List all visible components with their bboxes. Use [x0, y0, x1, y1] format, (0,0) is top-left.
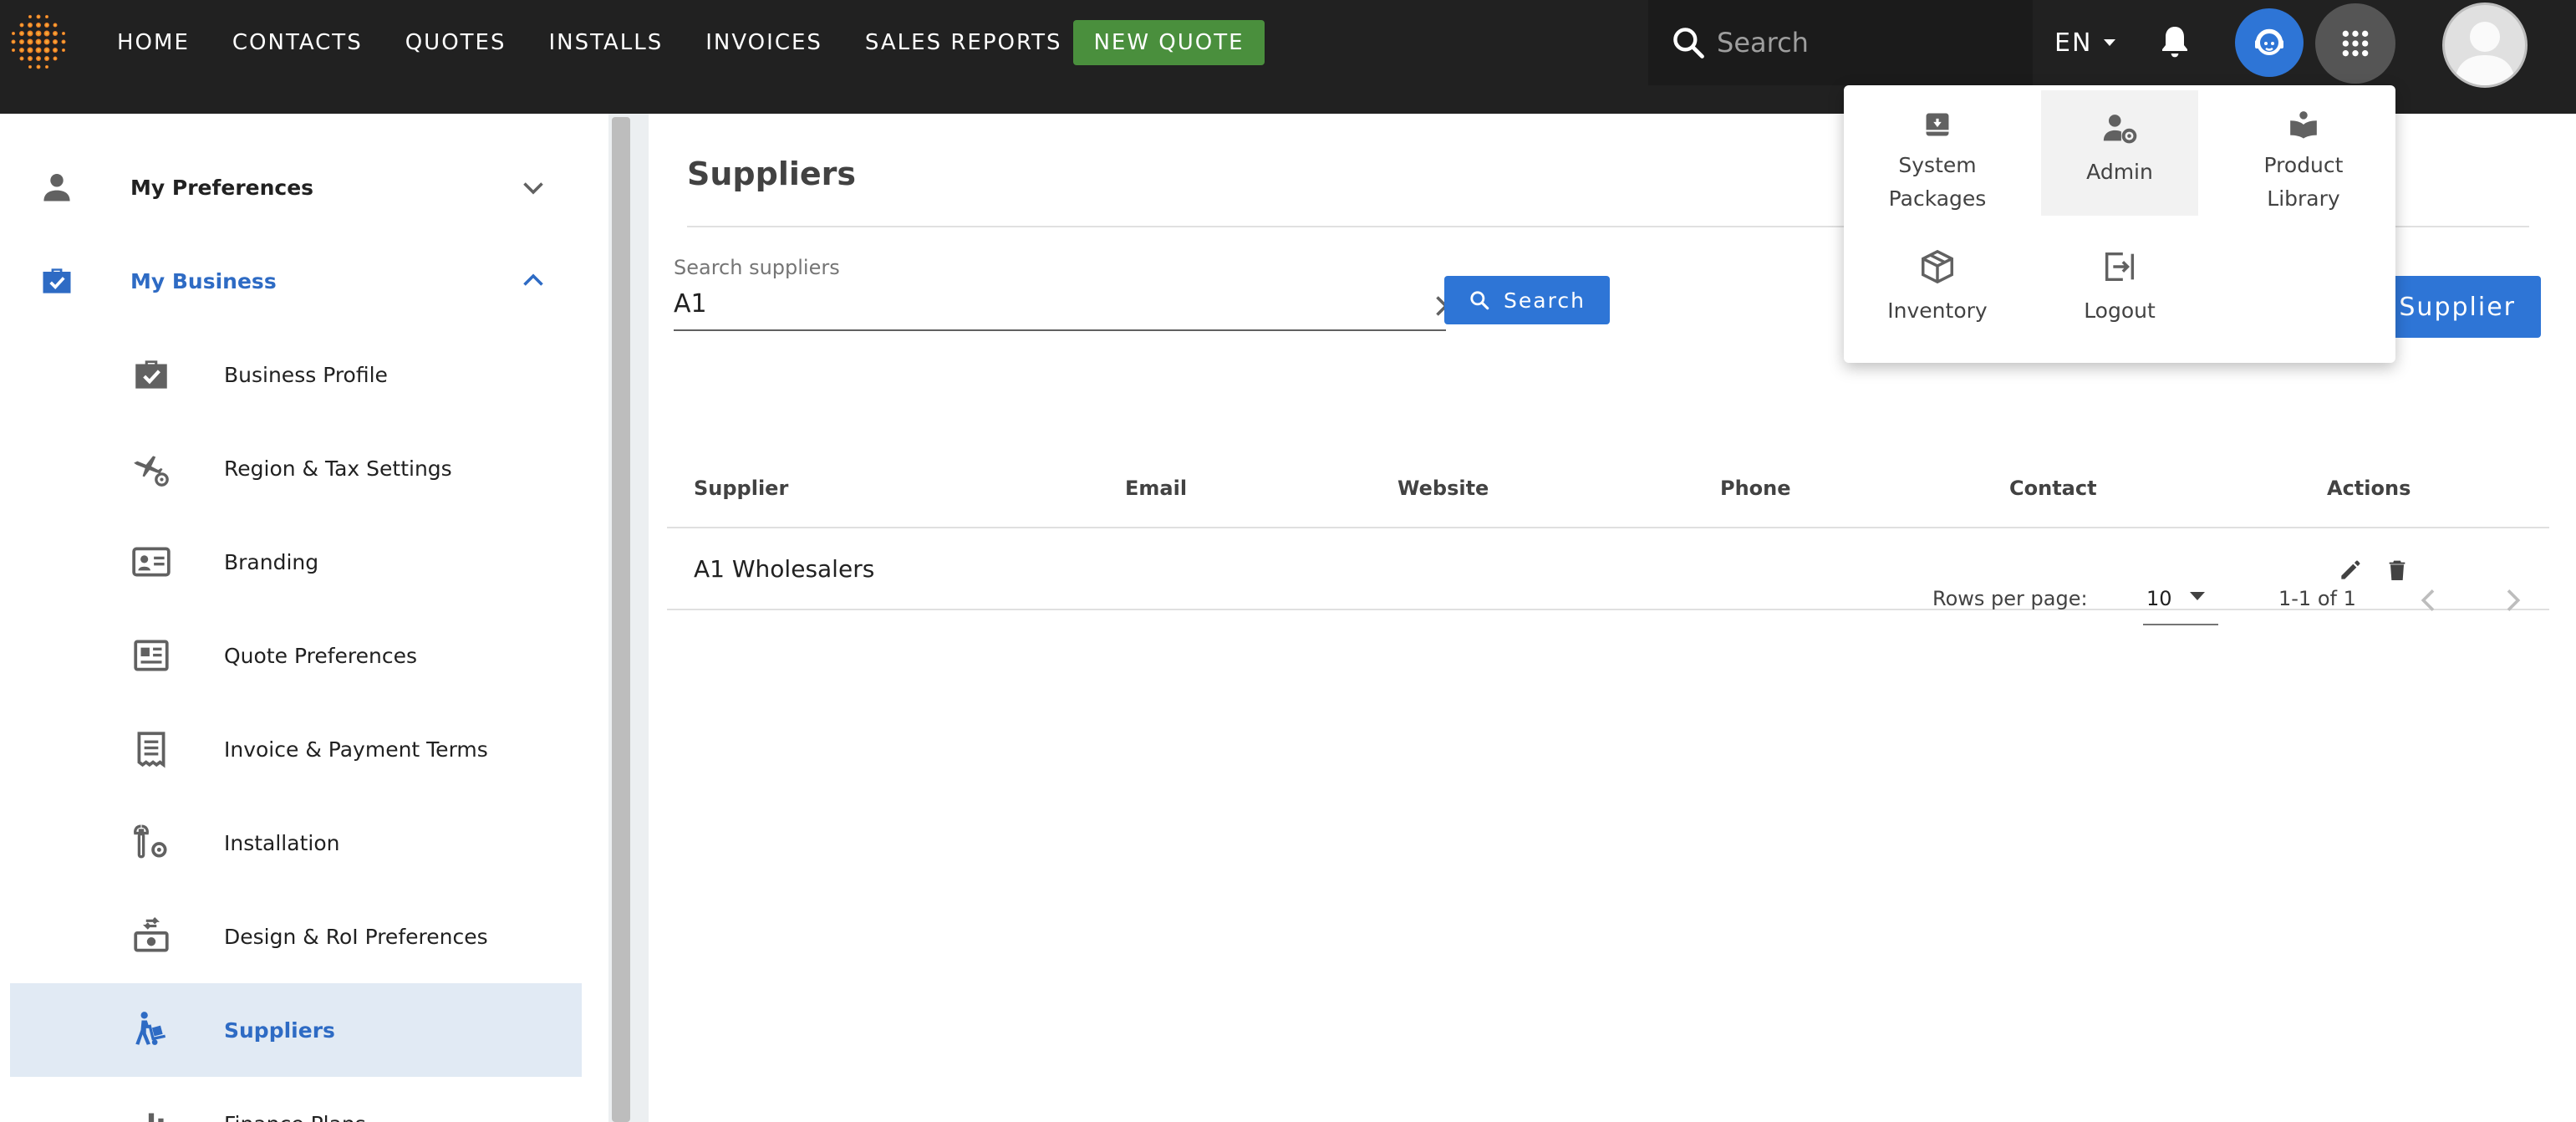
column-header-website[interactable]: Website	[1397, 477, 1489, 500]
apps-grid-icon	[2342, 30, 2369, 57]
support-button[interactable]	[2235, 8, 2304, 77]
app-label: Admin	[2086, 160, 2153, 184]
sidebar-item-label: Installation	[224, 830, 340, 855]
global-search-input[interactable]	[1715, 26, 2019, 59]
caret-down-icon	[2190, 592, 2205, 600]
sidebar-item-quote-preferences[interactable]: Quote Preferences	[10, 609, 582, 702]
search-button-label: Search	[1504, 288, 1586, 313]
table-pagination: Rows per page: 10 1-1 of 1	[649, 572, 2576, 639]
sidebar-item-design-roi[interactable]: Design & RoI Preferences	[10, 890, 582, 983]
receipt-icon	[137, 732, 165, 768]
bell-icon[interactable]	[2155, 22, 2195, 62]
sidebar-item-label: Quote Preferences	[224, 643, 417, 668]
page-range: 1-1 of 1	[2278, 587, 2356, 610]
column-header-contact[interactable]: Contact	[2009, 477, 2097, 500]
briefcase-check-icon	[43, 268, 71, 293]
user-cog-icon	[2103, 115, 2137, 144]
sidebar-item-label: Region & Tax Settings	[224, 456, 452, 481]
nav-installs[interactable]: INSTALLS	[548, 30, 663, 55]
package-icon	[1922, 249, 1953, 284]
sidebar-section-label: My Business	[130, 268, 277, 293]
sidebar-item-installation[interactable]: Installation	[10, 796, 582, 890]
nav-sales-reports[interactable]: SALES REPORTS	[865, 30, 1062, 55]
global-search	[1648, 0, 2033, 85]
chart-bar-icon	[148, 1113, 164, 1122]
sidebar-item-label: Suppliers	[224, 1017, 335, 1043]
sidebar-section-label: My Preferences	[130, 175, 314, 200]
search-suppliers-input[interactable]	[674, 284, 1392, 323]
app-label: Logout	[2084, 298, 2156, 323]
plane-gear-icon	[134, 456, 169, 487]
chevron-left-icon[interactable]	[2412, 584, 2446, 617]
sidebar-item-branding[interactable]: Branding	[10, 515, 582, 609]
chevron-down-icon	[523, 182, 543, 195]
archive-icon	[1926, 113, 1949, 136]
search-suppliers-label: Search suppliers	[674, 256, 840, 279]
table-header: Supplier Email Website Phone Contact Act…	[667, 451, 2549, 528]
book-icon	[2290, 111, 2317, 139]
support-agent-icon	[2255, 28, 2283, 55]
column-header-actions: Actions	[2327, 477, 2411, 500]
newspaper-icon	[134, 640, 169, 671]
rows-per-page-select[interactable]: 10	[2143, 579, 2218, 625]
sidebar-scrollbar[interactable]	[612, 117, 630, 1122]
column-header-phone[interactable]: Phone	[1720, 477, 1791, 500]
cash-refresh-icon	[134, 917, 169, 952]
settings-sidebar: My Preferences My Business Business Prof…	[0, 114, 608, 1122]
rows-per-page-value: 10	[2146, 587, 2172, 610]
nav-contacts[interactable]: CONTACTS	[232, 30, 363, 55]
hand-truck-icon	[135, 1012, 166, 1045]
app-inventory[interactable]: Inventory	[1859, 229, 2016, 354]
chevron-right-icon[interactable]	[2496, 584, 2529, 617]
sidebar-section-my-business[interactable]: My Business	[0, 234, 608, 328]
sidebar-item-label: Design & RoI Preferences	[224, 924, 488, 949]
app-label: Product Library	[2263, 153, 2344, 211]
app-label: System Packages	[1888, 153, 1987, 211]
nav-invoices[interactable]: INVOICES	[705, 30, 822, 55]
page-title: Suppliers	[687, 156, 857, 192]
sidebar-item-label: Business Profile	[224, 362, 388, 387]
column-header-supplier[interactable]: Supplier	[694, 477, 788, 500]
sidebar-item-business-profile[interactable]: Business Profile	[10, 328, 582, 421]
app-system-packages[interactable]: System Packages	[1859, 90, 2016, 216]
briefcase-check-icon	[135, 360, 167, 389]
app-product-library[interactable]: Product Library	[2225, 90, 2382, 216]
app-admin[interactable]: Admin	[2041, 90, 2198, 216]
sidebar-item-finance-plans[interactable]: Finance Plans	[10, 1077, 582, 1122]
avatar-person-icon	[2455, 22, 2515, 85]
sidebar-section-my-preferences[interactable]: My Preferences	[0, 140, 608, 234]
column-header-email[interactable]: Email	[1125, 477, 1187, 500]
apps-menu-button[interactable]	[2315, 3, 2395, 84]
search-icon	[1673, 28, 1704, 59]
search-suppliers-button[interactable]: Search	[1444, 276, 1610, 324]
person-icon	[43, 174, 70, 201]
nav-home[interactable]: HOME	[117, 30, 190, 55]
sidebar-item-label: Finance Plans	[224, 1112, 366, 1122]
user-avatar[interactable]	[2442, 3, 2528, 88]
nav-quotes[interactable]: QUOTES	[405, 30, 507, 55]
apps-menu: System Packages Admin Product Library In…	[1844, 85, 2395, 363]
main-nav: HOME CONTACTS QUOTES INSTALLS INVOICES S…	[117, 0, 1105, 85]
sidebar-item-region-tax[interactable]: Region & Tax Settings	[10, 421, 582, 515]
company-logo[interactable]	[7, 10, 70, 74]
search-suppliers-field	[674, 281, 1456, 331]
rows-per-page-label: Rows per page:	[1932, 587, 2088, 610]
caret-down-icon	[2104, 39, 2116, 46]
sidebar-item-label: Invoice & Payment Terms	[224, 737, 488, 762]
wrench-gear-icon	[134, 824, 167, 859]
app-logout[interactable]: Logout	[2041, 229, 2198, 354]
sidebar-item-label: Branding	[224, 549, 319, 574]
app-label: Inventory	[1887, 298, 1988, 323]
language-label: EN	[2054, 28, 2093, 58]
sidebar-item-invoice-terms[interactable]: Invoice & Payment Terms	[10, 702, 582, 796]
new-quote-button[interactable]: NEW QUOTE	[1073, 20, 1265, 65]
id-card-icon	[132, 547, 171, 577]
chevron-up-icon	[523, 273, 543, 286]
language-selector[interactable]: EN	[2054, 0, 2116, 85]
logout-icon	[2105, 252, 2135, 282]
sidebar-item-suppliers[interactable]: Suppliers	[10, 983, 582, 1077]
search-icon	[1470, 291, 1489, 310]
